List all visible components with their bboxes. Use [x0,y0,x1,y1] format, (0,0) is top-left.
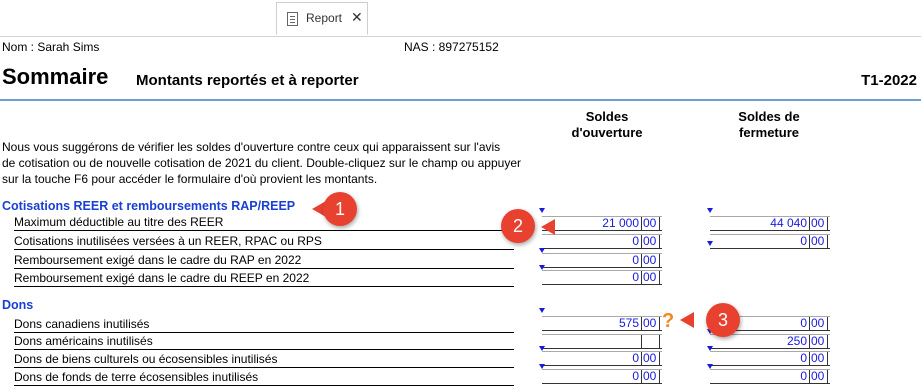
cents-value: 00 [810,217,828,230]
amount-value: 0 [542,235,642,248]
closing-balance-field[interactable]: 0 00 [707,346,830,366]
callout-badge: 3 [706,303,740,337]
row-label: Remboursement exigé dans le cadre du REE… [14,270,514,287]
closing-balance-field[interactable]: 44 040 00 [707,208,830,231]
closing-balance-field[interactable]: 0 00 [707,364,830,384]
dropdown-indicator-icon [539,208,545,213]
tab-report[interactable]: Report ✕ [276,2,368,35]
amount-value: 21 000 [542,217,642,230]
amount-value: 0 [542,352,642,365]
cents-value: 00 [810,317,828,330]
column-header-closing-line2: fermeture [739,125,799,140]
amount-value: 0 [710,370,810,383]
callout-arrow [680,312,694,328]
column-header-closing-line1: Soldes de [738,109,800,124]
amount-value: 250 [710,335,810,348]
cents-value: 00 [810,235,828,248]
row-label: Remboursement exigé dans le cadre du RAP… [14,252,514,269]
client-name: Nom : Sarah Sims [2,40,100,54]
amount-value: 0 [542,254,642,267]
intro-line: sur la touche F6 pour accéder le formula… [2,172,378,186]
close-icon[interactable]: ✕ [351,9,363,26]
amount-value [542,335,642,348]
row-label: Dons canadiens inutilisés [14,316,514,333]
amount-value: 0 [710,235,810,248]
intro-text: Nous vous suggérons de vérifier les sold… [2,139,592,187]
cents-value: 00 [642,217,660,230]
cents-value: 00 [642,235,660,248]
callout-arrow [541,219,555,235]
dropdown-indicator-icon [539,346,545,351]
document-icon [287,12,298,26]
closing-balance-field[interactable]: 250 00 [707,329,830,349]
question-mark-icon[interactable]: ? [662,310,674,333]
section-title-dons: Dons [2,298,34,312]
title-divider [0,99,921,101]
row-label: Maximum déductible au titre des REER [14,214,514,231]
cents-value [642,335,660,348]
opening-balance-field[interactable]: 0 00 [539,346,662,366]
amount-value: 0 [542,370,642,383]
column-header-opening-line1: Soldes [585,109,629,124]
cents-value: 00 [642,254,660,267]
row-label: Dons américains inutilisés [14,333,514,350]
dropdown-indicator-icon [539,308,545,313]
opening-balance-field[interactable]: 0 00 [539,248,662,268]
dropdown-indicator-icon [707,208,713,213]
cents-value: 00 [642,352,660,365]
opening-balance-field[interactable]: 575 00 [539,308,662,331]
callout-badge: 2 [501,209,535,243]
cents-value: 00 [642,271,660,284]
column-header-closing: Soldes de fermeture [714,109,824,141]
form-year: T1-2022 [861,72,917,89]
opening-balance-field[interactable]: 0 00 [542,234,662,249]
column-header-opening: Soldes d'ouverture [552,109,662,141]
amount-value: 0 [710,352,810,365]
dropdown-indicator-icon [707,346,713,351]
cents-value: 00 [810,352,828,365]
cents-value: 00 [642,317,660,330]
row-label: Dons de biens culturels ou écosensibles … [14,351,514,368]
opening-balance-field[interactable]: 0 00 [539,364,662,384]
dropdown-indicator-icon [539,265,545,270]
page-title: Sommaire [2,64,109,89]
callout-badge: 1 [323,192,357,226]
tab-label: Report [306,11,343,25]
row-label: Dons de fonds de terre écosensibles inut… [14,369,514,386]
amount-value: 0 [542,271,642,284]
opening-balance-field[interactable]: 21 000 00 [539,208,662,231]
amount-value: 44 040 [710,217,810,230]
cents-value: 00 [642,370,660,383]
cents-value: 00 [810,370,828,383]
page-subtitle: Montants reportés et à reporter [136,72,359,89]
dropdown-indicator-icon [539,364,545,369]
opening-balance-field[interactable]: 0 00 [539,265,662,285]
dropdown-indicator-icon [707,364,713,369]
section-title-reer: Cotisations REER et remboursements RAP/R… [2,199,296,213]
client-nas: NAS : 897275152 [404,40,499,54]
amount-value: 575 [542,317,642,330]
closing-balance-field[interactable]: 0 00 [707,234,830,249]
dropdown-indicator-icon [539,248,545,253]
cents-value: 00 [810,335,828,348]
row-label: Cotisations inutilisées versées à un REE… [14,233,514,250]
intro-line: Nous vous suggérons de vérifier les sold… [2,140,501,154]
intro-line: de cotisation ou de nouvelle cotisation … [2,156,521,170]
opening-balance-field[interactable] [542,334,662,349]
tab-bar [0,0,921,37]
